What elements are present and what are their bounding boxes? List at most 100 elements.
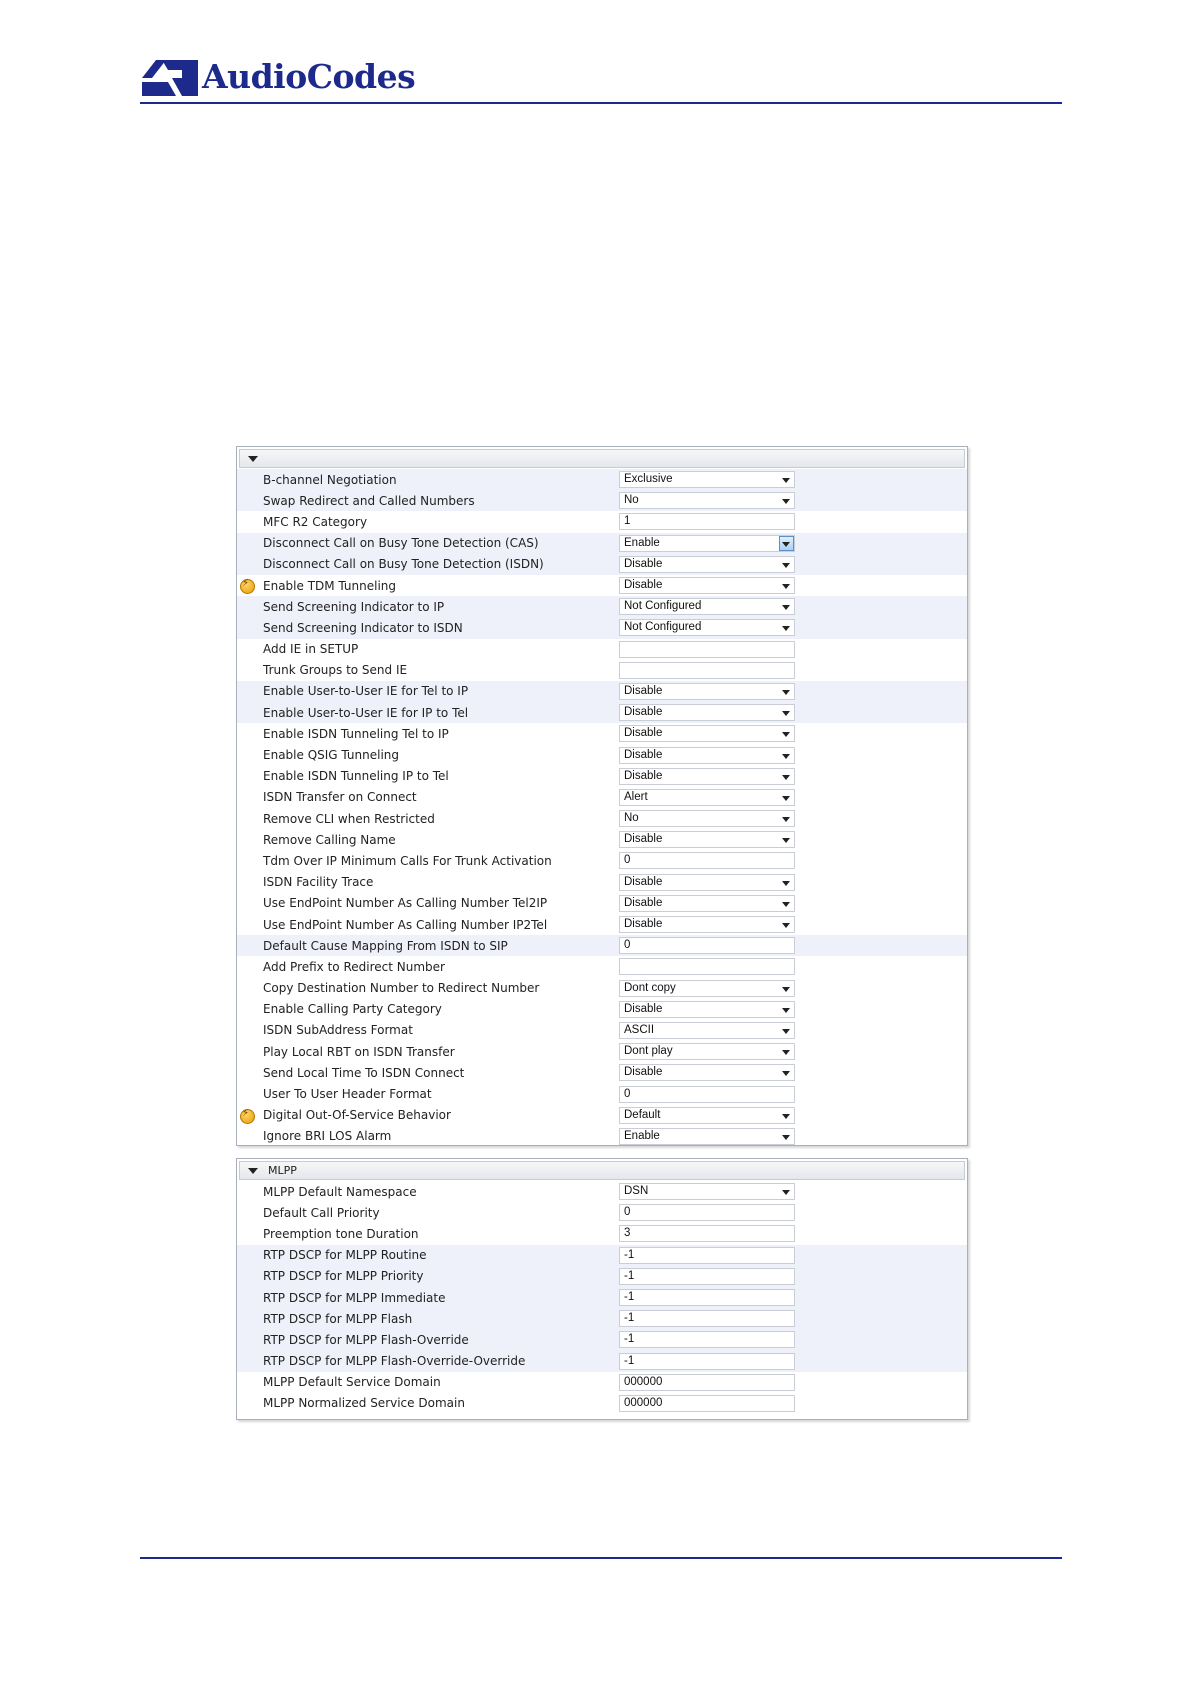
setting-select[interactable]: Disable — [619, 1000, 795, 1018]
setting-value: Enable — [624, 1129, 660, 1142]
requires-reset-icon — [240, 1108, 255, 1124]
setting-label: Disconnect Call on Busy Tone Detection (… — [263, 536, 539, 551]
setting-select[interactable]: Dont copy — [619, 979, 795, 997]
setting-input[interactable]: 0 — [619, 937, 795, 955]
chevron-down-icon — [782, 1007, 790, 1013]
setting-select[interactable]: Dont play — [619, 1043, 795, 1061]
setting-label: MLPP Default Namespace — [263, 1184, 417, 1199]
setting-select[interactable]: Enable — [619, 534, 795, 552]
setting-row: Send Screening Indicator to ISDN Not Conf… — [237, 617, 967, 639]
setting-label: MFC R2 Category — [263, 514, 368, 529]
setting-label: Send Local Time To ISDN Connect — [263, 1065, 465, 1080]
setting-value: Disable — [624, 684, 663, 697]
setting-select[interactable]: Disable — [619, 682, 795, 700]
setting-input[interactable]: -1 — [619, 1331, 795, 1349]
setting-select[interactable]: Disable — [619, 704, 795, 722]
setting-select[interactable]: Disable — [619, 746, 795, 764]
setting-select[interactable]: Disable — [619, 894, 795, 912]
setting-select[interactable]: Not Configured — [619, 619, 795, 637]
setting-label: Use EndPoint Number As Calling Number IP… — [263, 917, 548, 932]
setting-select[interactable]: ASCII — [619, 1021, 795, 1039]
setting-input[interactable] — [619, 661, 795, 679]
setting-label: Enable ISDN Tunneling IP to Tel — [263, 769, 449, 784]
setting-input[interactable]: -1 — [619, 1352, 795, 1370]
setting-select[interactable]: Disable — [619, 767, 795, 785]
collapse-arrow-icon[interactable] — [248, 1167, 258, 1174]
setting-row: Enable ISDN Tunneling Tel to IP Disable — [237, 723, 967, 744]
setting-select[interactable]: Not Configured — [619, 598, 795, 616]
chevron-down-icon — [782, 689, 790, 695]
setting-input[interactable]: -1 — [619, 1289, 795, 1307]
setting-value: 0 — [624, 1206, 631, 1219]
setting-label: MLPP Default Service Domain — [263, 1375, 441, 1390]
chevron-down-icon — [782, 753, 790, 759]
setting-value: Disable — [624, 557, 663, 570]
collapse-arrow-icon[interactable] — [248, 455, 258, 462]
setting-input[interactable]: 000000 — [619, 1394, 795, 1412]
setting-value: 0 — [624, 939, 631, 952]
setting-label: Enable User-to-User IE for IP to Tel — [263, 705, 469, 720]
brand-name: AudioCodes — [202, 56, 416, 96]
setting-label: Play Local RBT on ISDN Transfer — [263, 1044, 455, 1059]
chevron-down-icon — [782, 817, 790, 823]
setting-value: -1 — [624, 1291, 635, 1304]
chevron-down-icon — [782, 711, 790, 717]
setting-row: Trunk Groups to Send IE — [237, 660, 967, 681]
setting-value: Disable — [624, 1066, 663, 1079]
setting-select[interactable]: Alert — [619, 788, 795, 806]
chevron-down-icon — [782, 1190, 790, 1196]
setting-input[interactable]: 0 — [619, 1085, 795, 1103]
setting-input[interactable]: 0 — [619, 1204, 795, 1222]
setting-select[interactable]: No — [619, 492, 795, 510]
setting-label: ISDN Transfer on Connect — [263, 790, 417, 805]
setting-value: Disable — [624, 896, 663, 909]
setting-select[interactable]: Disable — [619, 831, 795, 849]
setting-input[interactable]: -1 — [619, 1310, 795, 1328]
setting-row: Enable User-to-User IE for Tel to IP Disa… — [237, 680, 967, 703]
chevron-down-icon — [782, 584, 790, 590]
setting-row: Ignore BRI LOS Alarm Enable — [237, 1126, 967, 1147]
setting-input[interactable]: 000000 — [619, 1373, 795, 1391]
setting-value: -1 — [624, 1312, 635, 1325]
setting-value: Disable — [624, 727, 663, 740]
setting-input[interactable]: -1 — [619, 1267, 795, 1285]
setting-label: Disconnect Call on Busy Tone Detection (… — [263, 557, 544, 572]
setting-input[interactable]: -1 — [619, 1246, 795, 1264]
setting-input[interactable]: 0 — [619, 852, 795, 870]
setting-select[interactable]: Disable — [619, 555, 795, 573]
setting-row: RTP DSCP for MLPP Immediate -1 — [237, 1286, 967, 1309]
setting-select[interactable]: Disable — [619, 873, 795, 891]
setting-value: -1 — [624, 1248, 635, 1261]
setting-label: User To User Header Format — [263, 1087, 432, 1102]
setting-input[interactable]: 1 — [619, 513, 795, 531]
setting-label: Enable QSIG Tunneling — [263, 748, 400, 763]
setting-select[interactable]: DSN — [619, 1183, 795, 1201]
setting-select[interactable]: Disable — [619, 1064, 795, 1082]
setting-value: No — [624, 812, 639, 825]
setting-input[interactable]: 3 — [619, 1225, 795, 1243]
setting-label: Digital Out-Of-Service Behavior — [263, 1108, 451, 1123]
setting-row: Swap Redirect and Called Numbers No — [237, 490, 967, 512]
setting-row: B-channel Negotiation Exclusive — [237, 469, 967, 491]
setting-select[interactable]: Enable — [619, 1127, 795, 1145]
setting-select[interactable]: Disable — [619, 916, 795, 934]
setting-input[interactable] — [619, 958, 795, 976]
setting-value: -1 — [624, 1354, 635, 1367]
chevron-down-icon — [782, 478, 790, 484]
setting-select[interactable]: No — [619, 810, 795, 828]
chevron-down-icon — [782, 986, 790, 992]
setting-select[interactable]: Default — [619, 1106, 795, 1124]
setting-row: MFC R2 Category 1 — [237, 511, 967, 532]
setting-select[interactable]: Disable — [619, 725, 795, 743]
chevron-down-icon — [782, 605, 790, 611]
isdn-settings-panel: B-channel Negotiation Exclusive Swap Redir… — [236, 446, 968, 1146]
setting-input[interactable] — [619, 640, 795, 658]
setting-select[interactable]: Disable — [619, 577, 795, 595]
setting-select[interactable]: Exclusive — [619, 471, 795, 489]
setting-value: Alert — [624, 790, 648, 803]
chevron-down-icon — [782, 1134, 790, 1140]
dropdown-button[interactable] — [779, 535, 794, 551]
setting-label: RTP DSCP for MLPP Flash-Override — [263, 1332, 469, 1347]
setting-row: Default Call Priority 0 — [237, 1202, 967, 1223]
setting-value: -1 — [624, 1333, 635, 1346]
